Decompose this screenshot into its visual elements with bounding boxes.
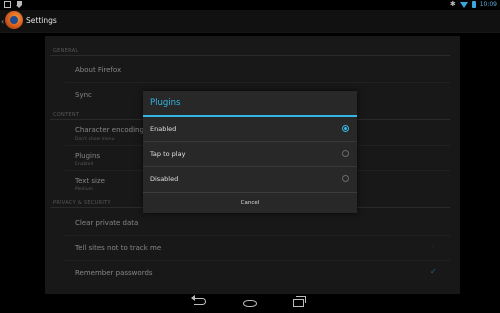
option-disabled[interactable]: Disabled <box>143 167 357 191</box>
screenshot-notification-icon <box>4 1 11 8</box>
dialog-title: Plugins <box>150 98 181 108</box>
wifi-icon <box>459 1 468 8</box>
option-enabled[interactable]: Enabled <box>143 117 357 141</box>
option-label: Tap to play <box>150 150 186 158</box>
page-title: Settings <box>26 16 57 25</box>
recent-apps-icon[interactable] <box>293 296 306 307</box>
status-bar: ✱ 10:09 <box>0 0 500 10</box>
navigation-bar <box>0 295 500 313</box>
plugins-dialog: Plugins Enabled Tap to play Disabled Can… <box>143 91 357 213</box>
option-label: Enabled <box>150 125 177 133</box>
action-bar: ‹ Settings <box>0 10 500 33</box>
clock-time: 10:09 <box>479 0 497 8</box>
option-tap-to-play[interactable]: Tap to play <box>143 142 357 166</box>
radio-selected-icon[interactable] <box>342 125 349 132</box>
firefox-logo-icon[interactable] <box>5 11 23 29</box>
bluetooth-icon: ✱ <box>449 0 456 8</box>
cancel-button[interactable]: Cancel <box>143 192 357 213</box>
radio-unselected-icon[interactable] <box>342 175 349 182</box>
up-caret-icon[interactable]: ‹ <box>1 17 4 26</box>
radio-unselected-icon[interactable] <box>342 150 349 157</box>
option-label: Disabled <box>150 175 179 183</box>
battery-icon <box>471 0 476 8</box>
download-notification-icon <box>16 1 23 8</box>
back-icon[interactable] <box>191 295 206 305</box>
home-icon[interactable] <box>243 300 257 307</box>
